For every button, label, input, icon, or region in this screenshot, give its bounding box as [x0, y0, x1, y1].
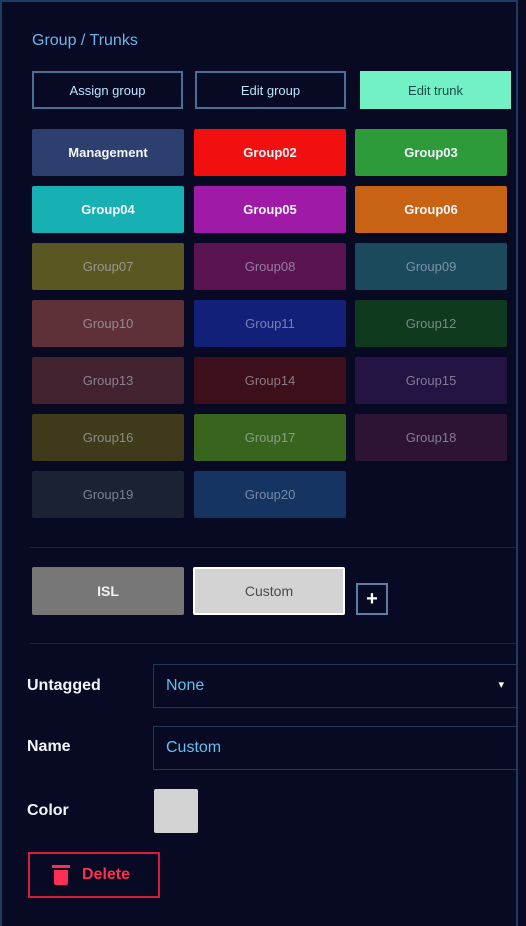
untagged-select[interactable]: None ▾	[153, 664, 517, 708]
add-trunk-button[interactable]: +	[356, 583, 388, 615]
untagged-label: Untagged	[27, 677, 101, 694]
color-label: Color	[27, 802, 69, 819]
panel-title: Group / Trunks	[32, 32, 138, 49]
group-tile[interactable]: Group15	[355, 357, 507, 404]
delete-button[interactable]: Delete	[28, 852, 160, 898]
group-tile[interactable]: Group09	[355, 243, 507, 290]
group-tile[interactable]: Group13	[32, 357, 184, 404]
edit-trunk-button[interactable]: Edit trunk	[360, 71, 511, 109]
assign-group-button[interactable]: Assign group	[32, 71, 183, 109]
group-tile[interactable]: Group02	[194, 129, 346, 176]
group-tile[interactable]: Group11	[194, 300, 346, 347]
group-tile[interactable]: Group04	[32, 186, 184, 233]
group-tile[interactable]: Group12	[355, 300, 507, 347]
group-tile[interactable]: Group19	[32, 471, 184, 518]
group-tile[interactable]: Group06	[355, 186, 507, 233]
trunk-custom[interactable]: Custom	[193, 567, 345, 615]
chevron-down-icon: ▾	[498, 679, 504, 691]
group-tile[interactable]: Group03	[355, 129, 507, 176]
trash-icon	[52, 865, 70, 885]
untagged-value: None	[166, 677, 205, 694]
group-tile[interactable]: Group18	[355, 414, 507, 461]
plus-icon: +	[366, 588, 378, 610]
divider	[30, 547, 516, 548]
edit-group-button[interactable]: Edit group	[195, 71, 346, 109]
group-tile[interactable]: Group05	[194, 186, 346, 233]
color-picker[interactable]	[154, 789, 198, 833]
group-tile[interactable]: Group20	[194, 471, 346, 518]
mode-toolbar: Assign group Edit group Edit trunk	[32, 71, 511, 109]
divider	[30, 643, 516, 644]
name-input[interactable]: Custom	[153, 726, 517, 770]
delete-label: Delete	[82, 866, 131, 883]
trunk-isl[interactable]: ISL	[32, 567, 184, 615]
group-tile[interactable]: Group07	[32, 243, 184, 290]
group-tile[interactable]: Management	[32, 129, 184, 176]
trunk-row: ISL Custom +	[32, 567, 512, 617]
group-tile[interactable]: Group17	[194, 414, 346, 461]
name-label: Name	[27, 738, 71, 755]
group-tile[interactable]: Group10	[32, 300, 184, 347]
group-tile[interactable]: Group16	[32, 414, 184, 461]
group-tile[interactable]: Group14	[194, 357, 346, 404]
group-trunks-panel: Group / Trunks Assign group Edit group E…	[0, 0, 518, 926]
group-tile[interactable]: Group08	[194, 243, 346, 290]
